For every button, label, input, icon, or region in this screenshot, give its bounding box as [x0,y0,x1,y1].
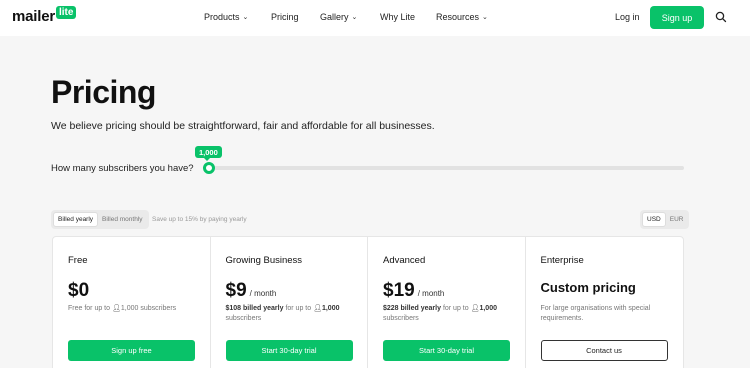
desc-mid: for up to [442,305,469,312]
plan-price: $0 [68,280,89,302]
person-icon: 👤︎ [313,305,322,312]
nav-why-lite[interactable]: Why Lite [380,12,415,22]
sign-up-free-button[interactable]: Sign up free [68,340,195,361]
desc-prefix: Free for up to [68,305,111,312]
billed-yearly-amount: $228 billed yearly [383,305,441,312]
desc-suffix: subscribers [225,315,262,322]
chevron-down-icon: ⌄ [351,14,358,21]
chevron-down-icon: ⌄ [242,14,249,21]
billed-yearly-amount: $108 billed yearly [225,305,284,312]
nav-why-lite-label: Why Lite [380,12,416,22]
signup-button[interactable]: Sign up [650,6,704,29]
price-period: / month [417,289,445,298]
logo-badge: lite [56,6,77,19]
price-value: $0 [68,280,90,301]
price-period: / month [249,289,277,298]
top-nav: mailer lite Products ⌄ Pricing Gallery ⌄… [0,0,750,36]
plan-price: $9 / month [226,280,277,302]
start-trial-button[interactable]: Start 30-day trial [225,340,353,361]
yearly-savings-note: Save up to 15% by paying yearly [152,216,247,223]
subscriber-slider-track[interactable] [205,166,684,170]
start-trial-button[interactable]: Start 30-day trial [383,340,510,361]
nav-gallery[interactable]: Gallery ⌄ [320,12,357,22]
logo-word: mailer [12,8,55,25]
nav-gallery-label: Gallery [320,12,349,22]
billed-monthly-option[interactable]: Billed monthly [98,212,146,227]
plan-price: $19 / month [383,280,444,302]
nav-resources[interactable]: Resources ⌄ [436,12,488,22]
subscriber-count: 1,000 [479,305,497,312]
plan-description: For large organisations with special req… [540,305,651,322]
desc-suffix: subscribers [383,315,419,322]
plan-name: Enterprise [540,255,584,266]
billed-yearly-option[interactable]: Billed yearly [53,212,99,227]
plan-description: $228 billed yearly for up to 👤︎1,000 sub… [383,304,513,324]
plan-name: Growing Business [225,255,303,266]
nav-pricing[interactable]: Pricing [271,12,299,22]
subscriber-slider-label: How many subscribers you have? [51,163,194,174]
chevron-down-icon: ⌄ [482,14,488,21]
billing-period-toggle: Billed yearly Billed monthly [51,210,149,229]
search-icon[interactable] [715,11,727,23]
price-value: $9 [225,280,247,301]
subscriber-count: 1,000 [120,305,139,312]
subscriber-count: 1,000 [321,305,340,312]
mailerlite-logo[interactable]: mailer lite [12,6,77,25]
page-subtitle: We believe pricing should be straightfor… [51,120,435,132]
nav-products[interactable]: Products ⌄ [204,12,248,22]
contact-us-button[interactable]: Contact us [540,340,668,361]
plan-card-free: Free $0 Free for up to 👤︎1,000 subscribe… [53,237,211,368]
price-value: $19 [383,280,415,301]
plan-description: Free for up to 👤︎1,000 subscribers [68,304,198,314]
slider-value-bubble: 1,000 [195,146,222,161]
nav-products-label: Products [204,12,240,22]
desc-suffix: subscribers [140,305,177,312]
currency-eur-option[interactable]: EUR [666,212,688,227]
plan-price: Custom pricing [541,280,636,295]
plan-description: $108 billed yearly for up to 👤︎1,000 sub… [226,304,356,324]
nav-pricing-label: Pricing [271,12,299,22]
price-value: Custom pricing [540,280,636,295]
login-link[interactable]: Log in [615,12,640,22]
currency-toggle: USD EUR [640,210,690,229]
nav-resources-label: Resources [436,12,480,22]
plan-name: Advanced [383,255,426,266]
plans-grid: Free $0 Free for up to 👤︎1,000 subscribe… [52,236,684,368]
person-icon: 👤︎ [111,305,121,312]
plan-card-enterprise: Enterprise Custom pricing For large orga… [526,237,684,368]
plan-name: Free [68,255,88,266]
page-title: Pricing [51,74,156,110]
currency-usd-option[interactable]: USD [642,212,666,227]
subscriber-slider-handle[interactable] [203,162,215,174]
desc-mid: for up to [285,305,312,312]
plan-card-growing-business: Growing Business $9 / month $108 billed … [211,237,368,368]
plan-card-advanced: Advanced $19 / month $228 billed yearly … [368,237,526,368]
